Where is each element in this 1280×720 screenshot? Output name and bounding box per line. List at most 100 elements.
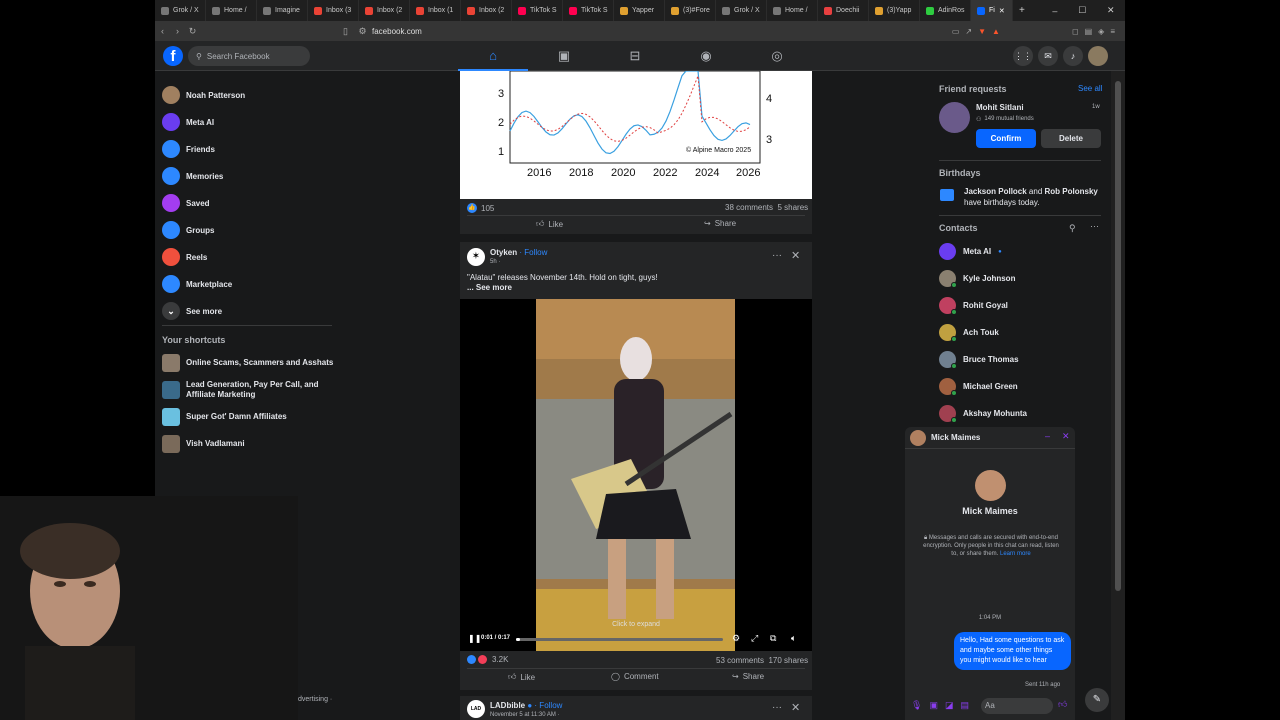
new-message-button[interactable]: ✎ [1085, 688, 1109, 712]
sidebar-item-noah-patterson[interactable]: Noah Patterson [162, 86, 245, 104]
sidebar-item-marketplace[interactable]: Marketplace [162, 275, 232, 293]
sidebar-item-see-more[interactable]: ⌄ See more [162, 302, 222, 320]
share-button[interactable]: ↪ Share [704, 219, 736, 228]
sidebar-item-reels[interactable]: Reels [162, 248, 207, 266]
messenger-button[interactable]: ✉ [1038, 46, 1058, 66]
rewards-icon[interactable]: ▲ [992, 27, 1000, 36]
volume-icon[interactable]: 🔈︎ [791, 633, 796, 644]
contact-item[interactable]: Michael Green [939, 378, 1018, 396]
like-button[interactable]: 👍︎ Like [508, 672, 535, 682]
share-icon[interactable]: ↗ [965, 27, 972, 36]
close-chat-icon[interactable]: ✕ [1062, 431, 1070, 442]
browser-tab[interactable]: TikTok S [512, 0, 563, 21]
browser-tab[interactable]: Imagine [257, 0, 308, 21]
contact-item[interactable]: Akshay Mohunta [939, 405, 1027, 423]
like-button[interactable]: 👍︎ Like [536, 219, 563, 229]
shortcut-item[interactable]: Online Scams, Scammers and Asshats [162, 354, 333, 372]
delete-button[interactable]: Delete [1041, 129, 1101, 148]
close-icon[interactable]: ✕ [791, 249, 800, 262]
maximize-icon[interactable]: ☐ [1078, 5, 1086, 16]
author-avatar[interactable]: LAD [467, 700, 485, 718]
browser-tab[interactable]: Doechii [818, 0, 869, 21]
menu-icon[interactable]: ≡ [1110, 27, 1115, 36]
extensions-icon[interactable]: ◻ [1072, 27, 1079, 36]
browser-tab[interactable]: Inbox (2 [359, 0, 410, 21]
nav-groups[interactable]: ◉ [671, 41, 741, 71]
message-bubble[interactable]: Hello, Had some questions to ask and may… [954, 632, 1071, 670]
contacts-options-icon[interactable]: ··· [1090, 221, 1099, 231]
see-all-link[interactable]: See all [1078, 84, 1102, 93]
follow-link[interactable]: · Follow [534, 701, 562, 710]
click-to-expand[interactable]: Click to expand [460, 621, 812, 628]
nav-gaming[interactable]: ◎ [742, 41, 812, 71]
pause-icon[interactable]: ❚❚ [468, 634, 481, 643]
gif-icon[interactable]: ▤ [960, 700, 969, 711]
shortcut-item[interactable]: Vish Vadlamani [162, 435, 245, 453]
mic-icon[interactable]: 🎙︎ [911, 700, 922, 711]
request-avatar[interactable] [939, 102, 970, 133]
sidebar-item-meta-ai[interactable]: Meta AI [162, 113, 214, 131]
menu-grid-button[interactable]: ⋮⋮ [1013, 46, 1033, 66]
browser-tab[interactable]: Inbox (2 [461, 0, 512, 21]
chat-header-name[interactable]: Mick Maimes [931, 433, 980, 442]
thumbs-up-send-icon[interactable]: 👍︎ [1058, 699, 1067, 710]
wallet-icon[interactable]: ◈ [1098, 27, 1104, 36]
browser-tab[interactable]: Grok / X [716, 0, 767, 21]
forward-icon[interactable]: › [170, 26, 185, 36]
bookmark-icon[interactable]: ▯ [338, 26, 353, 37]
sidebar-item-memories[interactable]: Memories [162, 167, 223, 185]
minimize-chat-icon[interactable]: – [1045, 431, 1050, 441]
contact-item[interactable]: Rohit Goyal [939, 297, 1008, 315]
contact-item[interactable]: Ach Touk [939, 324, 999, 342]
comment-button[interactable]: ◯ Comment [611, 672, 659, 681]
facebook-logo[interactable]: f [163, 46, 183, 66]
author-name[interactable]: Otyken [490, 248, 517, 257]
site-info-icon[interactable]: ⚙ [355, 26, 370, 37]
back-icon[interactable]: ‹ [155, 26, 170, 36]
see-more-link[interactable]: ... See more [467, 283, 512, 292]
post-time[interactable]: 5h · [490, 259, 500, 265]
chat-message-input[interactable]: Aa [981, 698, 1053, 714]
new-tab-icon[interactable]: + [1019, 5, 1025, 16]
contact-item[interactable]: Bruce Thomas [939, 351, 1019, 369]
learn-more-link[interactable]: Learn more [1000, 551, 1031, 557]
pip-icon[interactable]: ⧉ [770, 633, 776, 644]
notifications-button[interactable]: ♪ [1063, 46, 1083, 66]
sticker-icon[interactable]: ◪ [945, 700, 954, 711]
chat-header-avatar[interactable] [910, 430, 926, 446]
browser-tab[interactable]: (3)Yapp [869, 0, 920, 21]
request-name[interactable]: Mohit Sitlani [976, 103, 1024, 112]
image-icon[interactable]: ▣ [929, 700, 938, 711]
more-options-icon[interactable]: ··· [772, 702, 782, 713]
browser-tab[interactable]: Inbox (3 [308, 0, 359, 21]
comments-count[interactable]: 38 comments [725, 203, 773, 212]
browser-tab[interactable]: AdinRos [920, 0, 971, 21]
reaction-summary[interactable]: 3.2K [467, 655, 508, 664]
more-options-icon[interactable]: ··· [772, 250, 782, 261]
nav-home[interactable]: ⌂ [458, 41, 528, 71]
browser-tab[interactable]: Inbox (1 [410, 0, 461, 21]
birthday-text[interactable]: Jackson Pollock and Rob Polonsky have bir… [964, 186, 1104, 208]
shortcut-item[interactable]: Super Got' Damn Affiliates [162, 408, 287, 426]
shares-count[interactable]: 5 shares [777, 203, 808, 212]
nav-marketplace[interactable]: ⊟ [600, 41, 670, 71]
fullscreen-icon[interactable]: ⤢ [751, 633, 758, 644]
install-icon[interactable]: ▭ [952, 27, 960, 36]
browser-tab[interactable]: (3)#Fore [665, 0, 716, 21]
post-time[interactable]: November 5 at 11:30 AM · [490, 712, 560, 718]
confirm-button[interactable]: Confirm [976, 129, 1036, 148]
reload-icon[interactable]: ↻ [185, 26, 200, 37]
author-name[interactable]: LADbible [490, 701, 525, 710]
active-browser-tab[interactable]: Fi ✕ [971, 0, 1013, 21]
contact-item[interactable]: Kyle Johnson [939, 270, 1015, 288]
nav-video[interactable]: ▣ [529, 41, 599, 71]
shortcut-item[interactable]: Lead Generation, Pay Per Call, and Affili… [162, 380, 319, 400]
follow-link[interactable]: · Follow [519, 248, 547, 257]
search-contacts-icon[interactable]: ⚲ [1069, 223, 1076, 234]
browser-tab[interactable]: Home / [206, 0, 257, 21]
share-button[interactable]: ↪ Share [732, 672, 764, 681]
sidebar-toggle-icon[interactable]: ▤ [1085, 27, 1093, 36]
reaction-summary[interactable]: 👍 105 [467, 203, 494, 213]
contact-item[interactable]: Meta AI ● [939, 243, 1002, 260]
author-avatar[interactable]: ✶ [467, 248, 485, 266]
